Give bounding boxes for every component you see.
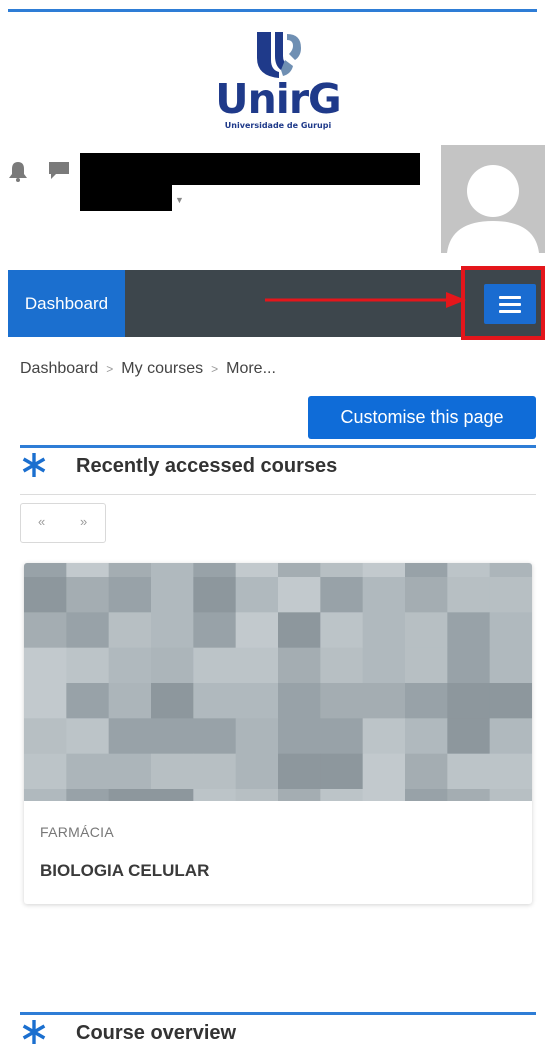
user-avatar-icon [447, 165, 539, 253]
block-divider [20, 445, 536, 448]
breadcrumb-item-my-courses[interactable]: My courses [121, 360, 203, 377]
chat-icon[interactable] [48, 161, 70, 181]
breadcrumb-item-more[interactable]: More... [226, 360, 276, 377]
asterisk-icon [22, 453, 46, 477]
asterisk-icon [22, 1020, 46, 1044]
course-category: FARMÁCIA [40, 824, 114, 840]
recent-courses-title: Recently accessed courses [76, 455, 338, 477]
breadcrumb-item-dashboard[interactable]: Dashboard [20, 360, 98, 377]
user-avatar[interactable] [441, 145, 545, 253]
breadcrumb: Dashboard > My courses > More... [20, 360, 276, 378]
logo-subtitle: Universidade de Gurupi [224, 121, 332, 130]
course-overview-title: Course overview [76, 1022, 237, 1044]
pager-next-button[interactable]: » [80, 514, 87, 529]
course-pager: « » [20, 503, 106, 543]
logo-mark-icon [257, 32, 301, 78]
top-divider [8, 9, 537, 12]
navbar: Dashboard [8, 266, 545, 340]
customise-page-button[interactable]: Customise this page [308, 396, 536, 439]
pager-prev-button[interactable]: « [38, 514, 45, 529]
redacted-user-name-line2 [80, 185, 172, 211]
course-image [24, 563, 532, 801]
unirg-logo[interactable]: UnirG Universidade de Gurupi [213, 28, 343, 136]
bell-icon[interactable] [8, 160, 28, 182]
block-subdivider [20, 494, 536, 495]
course-name-link[interactable]: BIOLOGIA CELULAR [40, 861, 209, 881]
course-card[interactable]: FARMÁCIA BIOLOGIA CELULAR [24, 563, 532, 904]
logo-wordmark: UnirG [215, 75, 341, 123]
chevron-right-icon: > [211, 362, 219, 376]
nav-dashboard-link[interactable]: Dashboard [8, 270, 125, 337]
chevron-right-icon: > [106, 362, 114, 376]
hamburger-menu-button[interactable] [484, 284, 536, 324]
annotation-arrow [265, 292, 466, 308]
redacted-user-name [80, 153, 420, 185]
caret-down-icon[interactable]: ▼ [175, 195, 184, 205]
block-divider [20, 1012, 536, 1015]
hamburger-icon [499, 296, 521, 299]
